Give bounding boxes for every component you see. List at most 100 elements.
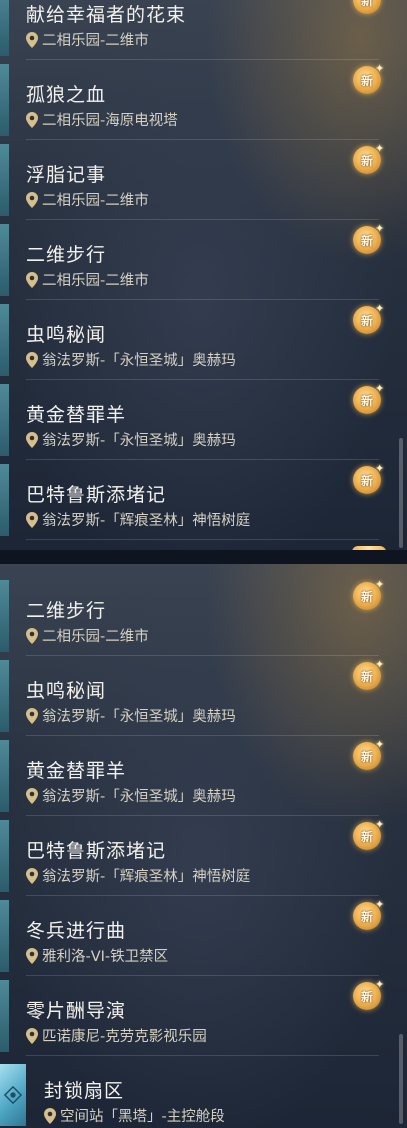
new-badge-label: 新 bbox=[360, 829, 373, 844]
map-pin-icon bbox=[26, 1027, 38, 1044]
quest-list-item[interactable]: 零片酬导演匹诺康尼-克劳克影视乐园 新 ✦ bbox=[0, 976, 395, 1056]
quest-location-text: 翁法罗斯-「永恒圣城」奥赫玛 bbox=[42, 709, 236, 725]
quest-title: 黄金替罪羊 bbox=[26, 760, 127, 782]
new-badge-label: 新 bbox=[360, 909, 373, 924]
map-pin-icon bbox=[26, 707, 38, 724]
map-pin-icon bbox=[26, 627, 38, 644]
map-pin-icon bbox=[26, 867, 38, 884]
quest-location-text: 二相乐园-海原电视塔 bbox=[42, 113, 178, 129]
quest-accent-bar bbox=[0, 64, 9, 136]
new-badge-label: 新 bbox=[360, 0, 373, 8]
new-badge-icon: 新✦ bbox=[352, 0, 386, 16]
sparkle-icon: ✦ bbox=[375, 382, 385, 395]
sparkle-icon: ✦ bbox=[375, 142, 385, 155]
sparkle-icon: ✦ bbox=[375, 62, 385, 75]
new-badge-icon: 新✦ bbox=[352, 978, 386, 1012]
quest-location: 翁法罗斯-「永恒圣城」奥赫玛 bbox=[26, 705, 236, 726]
map-pin-icon bbox=[26, 787, 38, 804]
quest-location-text: 匹诺康尼-克劳克影视乐园 bbox=[42, 1029, 207, 1045]
quest-location: 二相乐园-海原电视塔 bbox=[26, 109, 178, 130]
quest-title: 孤狼之血 bbox=[26, 84, 107, 106]
new-badge-label: 新 bbox=[360, 233, 373, 248]
quest-title: 浮脂记事 bbox=[26, 164, 107, 186]
new-badge-label: 新 bbox=[360, 393, 373, 408]
quest-list-item[interactable]: 封锁扇区 空间站「黑塔」-主控舱段 bbox=[0, 1056, 395, 1128]
quest-accent-bar bbox=[0, 304, 9, 376]
quest-location: 翁法罗斯-「永恒圣城」奥赫玛 bbox=[26, 785, 236, 806]
quest-list-item[interactable]: 虫鸣秘闻翁法罗斯-「永恒圣城」奥赫玛 新 ✦ bbox=[0, 300, 395, 380]
list-divider bbox=[26, 539, 379, 540]
quest-list-item[interactable]: 巴特鲁斯添堵记 翁法罗斯-「辉痕圣林」神悟树庭 新 ✦ bbox=[0, 460, 395, 540]
new-badge-icon: 新✦ bbox=[352, 62, 386, 96]
quest-title: 巴特鲁斯添堵记 bbox=[26, 840, 167, 862]
quest-location: 翁法罗斯-「辉痕圣林」神悟树庭 bbox=[26, 865, 250, 886]
quest-title: 冬兵进行曲 bbox=[26, 920, 127, 942]
quest-list-item[interactable]: 献给幸福者的花束二相乐园-二维市 新✦ bbox=[0, 0, 395, 60]
quest-list-item[interactable]: 虫鸣秘闻翁法罗斯-「永恒圣城」奥赫玛 新 ✦ bbox=[0, 656, 395, 736]
screenshot-divider bbox=[0, 550, 407, 564]
map-pin-icon bbox=[26, 31, 38, 48]
quest-accent-bar bbox=[0, 464, 9, 536]
quest-list-item[interactable]: 二维步行 二相乐园-二维市 新 ✦ bbox=[0, 220, 395, 300]
sparkle-icon: ✦ bbox=[375, 658, 385, 671]
new-badge-icon: 新✦ bbox=[352, 462, 386, 496]
quest-list-item[interactable]: 浮脂记事二相乐园-二维市 新 ✦ bbox=[0, 140, 395, 220]
quest-list-item[interactable]: 冬兵进行曲 雅利洛-VI-铁卫禁区 新 ✦ bbox=[0, 896, 395, 976]
sparkle-icon: ✦ bbox=[375, 302, 385, 315]
quest-list-item[interactable]: 黄金替罪羊翁法罗斯-「永恒圣城」奥赫玛 新 ✦ bbox=[0, 736, 395, 816]
quest-location-text: 翁法罗斯-「辉痕圣林」神悟树庭 bbox=[42, 869, 251, 885]
sparkle-icon: ✦ bbox=[375, 578, 385, 591]
map-pin-icon bbox=[26, 431, 38, 448]
quest-location-text: 二相乐园-二维市 bbox=[42, 193, 149, 209]
sparkle-icon: ✦ bbox=[375, 222, 385, 235]
quest-accent-bar bbox=[0, 580, 9, 652]
quest-accent-bar bbox=[0, 820, 9, 892]
quest-location: 翁法罗斯-「辉痕圣林」神悟树庭 bbox=[26, 509, 250, 530]
map-pin-icon bbox=[26, 351, 38, 368]
new-badge-label: 新 bbox=[360, 473, 373, 488]
quest-hex-icon bbox=[0, 1064, 26, 1126]
quest-title: 零片酬导演 bbox=[26, 1000, 127, 1022]
new-badge-label: 新 bbox=[360, 153, 373, 168]
new-badge-icon: 新✦ bbox=[352, 578, 386, 612]
quest-list-panel-top: 献给幸福者的花束二相乐园-二维市新✦孤狼之血二相乐园-海原电视塔新✦浮脂记事二相… bbox=[0, 0, 407, 550]
quest-location-text: 翁法罗斯-「辉痕圣林」神悟树庭 bbox=[42, 513, 251, 529]
sparkle-icon: ✦ bbox=[375, 898, 385, 911]
quest-title: 虫鸣秘闻 bbox=[26, 680, 107, 702]
new-badge-label: 新 bbox=[360, 73, 373, 88]
quest-accent-bar bbox=[0, 980, 9, 1052]
new-badge-icon: 新✦ bbox=[352, 382, 386, 416]
quest-accent-bar bbox=[0, 384, 9, 456]
quest-title: 虫鸣秘闻 bbox=[26, 324, 107, 346]
map-pin-icon bbox=[26, 111, 38, 128]
new-badge-icon: 新✦ bbox=[352, 658, 386, 692]
quest-location-text: 二相乐园-二维市 bbox=[42, 273, 149, 289]
quest-location: 翁法罗斯-「永恒圣城」奥赫玛 bbox=[26, 349, 236, 370]
scrollbar-thumb[interactable] bbox=[399, 438, 403, 548]
scrollbar-thumb[interactable] bbox=[399, 1034, 403, 1124]
quest-location: 匹诺康尼-克劳克影视乐园 bbox=[26, 1025, 207, 1046]
quest-location: 空间站「黑塔」-主控舱段 bbox=[44, 1105, 225, 1126]
quest-accent-bar bbox=[0, 0, 9, 56]
quest-list-item[interactable]: 二维步行 二相乐园-二维市 新 ✦ bbox=[0, 576, 395, 656]
quest-location-text: 翁法罗斯-「永恒圣城」奥赫玛 bbox=[42, 353, 236, 369]
quest-title: 献给幸福者的花束 bbox=[26, 4, 187, 26]
quest-list-item[interactable]: 孤狼之血二相乐园-海原电视塔 新 ✦ bbox=[0, 60, 395, 140]
quest-accent-bar bbox=[0, 660, 9, 732]
quest-accent-bar bbox=[0, 144, 9, 216]
sparkle-icon: ✦ bbox=[375, 818, 385, 831]
new-badge-label: 新 bbox=[360, 749, 373, 764]
new-badge-icon: 新✦ bbox=[352, 738, 386, 772]
new-badge-label: 新 bbox=[360, 589, 373, 604]
quest-list-item[interactable]: 黄金替罪羊 翁法罗斯-「永恒圣城」奥赫玛 新 ✦ bbox=[0, 380, 395, 460]
quest-accent-bar bbox=[0, 900, 9, 972]
quest-location-text: 二相乐园-二维市 bbox=[42, 33, 149, 49]
new-badge-label: 新 bbox=[360, 313, 373, 328]
quest-list-item[interactable]: 巴特鲁斯添堵记翁法罗斯-「辉痕圣林」神悟树庭 新 ✦ bbox=[0, 816, 395, 896]
map-pin-icon bbox=[26, 511, 38, 528]
sparkle-icon: ✦ bbox=[375, 978, 385, 991]
new-badge-icon: 新✦ bbox=[352, 142, 386, 176]
quest-location: 二相乐园-二维市 bbox=[26, 189, 149, 210]
quest-location-text: 翁法罗斯-「永恒圣城」奥赫玛 bbox=[42, 789, 236, 805]
map-pin-icon bbox=[26, 947, 38, 964]
